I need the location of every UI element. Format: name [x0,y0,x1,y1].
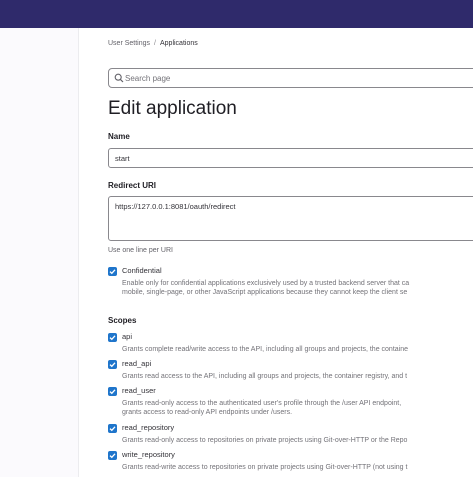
redirect-uri-label: Redirect URI [108,181,157,190]
checkmark-icon [109,362,116,368]
search-icon [114,73,124,83]
breadcrumb-applications[interactable]: Applications [160,40,198,47]
scope-write-repository-description: Grants read-write access to repositories… [122,464,408,471]
scope-read-user-description-line: grants access to read-only API endpoints… [122,409,293,416]
scope-read-user-label[interactable]: read_user [122,386,156,395]
scope-api-checkbox[interactable] [108,333,117,342]
checkmark-icon [109,426,116,432]
redirect-uri-textarea[interactable] [115,202,473,236]
breadcrumb-separator: / [154,40,156,47]
redirect-uri-field[interactable] [108,196,473,241]
main-content: User Settings / Applications Edit applicat… [108,28,473,477]
scope-read-api-description: Grants read access to the API, including… [122,373,408,380]
name-field[interactable] [108,148,473,168]
scope-write-repository-label[interactable]: write_repository [122,450,175,459]
redirect-uri-help: Use one line per URI [108,247,173,254]
checkmark-icon [109,269,116,275]
breadcrumb-user-settings[interactable]: User Settings [108,40,150,47]
scope-api-description: Grants complete read/write access to the… [122,346,408,353]
left-sidebar [0,28,79,477]
confidential-checkbox[interactable] [108,267,117,276]
scope-read-api-label[interactable]: read_api [122,359,151,368]
confidential-description-line: mobile, single-page, or other JavaScript… [122,289,408,296]
breadcrumb: User Settings / Applications [108,40,198,47]
name-label: Name [108,132,130,141]
search-box[interactable] [108,68,473,88]
scope-api-label[interactable]: api [122,332,132,341]
page-title: Edit application [108,98,237,119]
scope-read-repository-label[interactable]: read_repository [122,423,174,432]
confidential-label[interactable]: Confidential [122,266,162,275]
checkmark-icon [109,335,116,341]
scope-read-user-checkbox[interactable] [108,387,117,396]
top-navigation-bar [0,0,473,28]
scope-read-api-checkbox[interactable] [108,360,117,369]
checkmark-icon [109,453,116,459]
search-input[interactable] [125,71,465,85]
checkmark-icon [109,389,116,395]
scope-read-repository-checkbox[interactable] [108,424,117,433]
name-input[interactable] [115,153,473,164]
scopes-heading: Scopes [108,316,137,325]
scope-read-repository-description: Grants read-only access to repositories … [122,437,408,444]
scope-write-repository-checkbox[interactable] [108,451,117,460]
